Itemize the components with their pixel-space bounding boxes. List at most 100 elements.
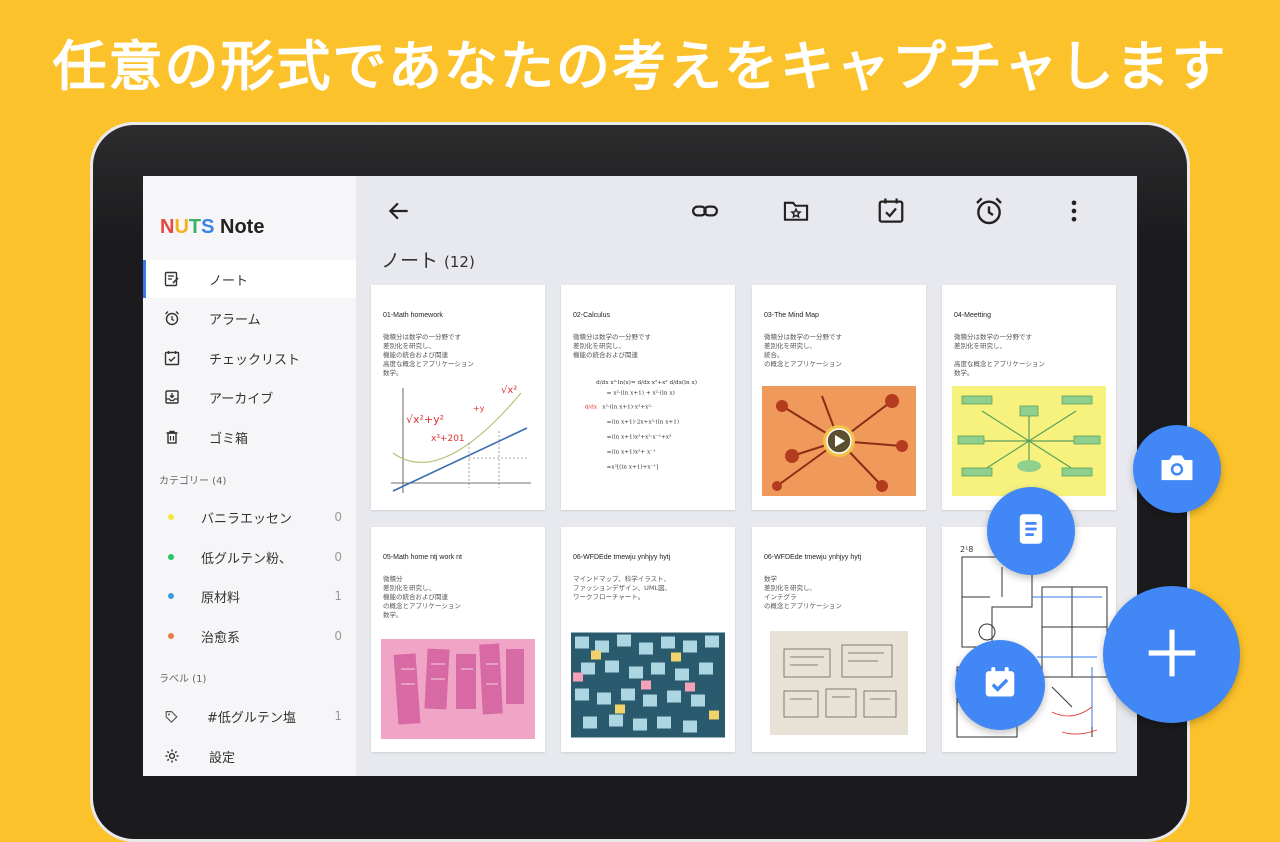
category-label: 低グルテン粉、: [201, 551, 293, 567]
svg-text:=(ln x+1)·2x+x²·(ln x+1): =(ln x+1)·2x+x²·(ln x+1): [607, 418, 680, 425]
calendar-check-icon: [876, 196, 906, 230]
trash-icon: [163, 428, 181, 446]
note-image-diagram: [952, 386, 1106, 496]
note-title: 04-Meetting: [954, 312, 991, 319]
calendar-check-icon: [981, 664, 1019, 706]
add-fab[interactable]: [1103, 586, 1240, 723]
label-count: 1: [334, 709, 342, 723]
note-card[interactable]: 04-Meetting 微積分は数学の一分野です 差別化を研究し、 高度な概念と…: [942, 285, 1116, 510]
reminder-button[interactable]: [972, 196, 1006, 230]
note-image-mindmap: [762, 386, 916, 496]
category-color-dot: [168, 593, 174, 599]
category-item[interactable]: バニラエッセン 0: [143, 498, 356, 536]
svg-text:x²·(ln x+1)·x³+x²·: x²·(ln x+1)·x³+x²·: [602, 403, 652, 410]
link-icon: [690, 196, 720, 230]
svg-text:=(ln x+1)x²+x²·x⁻¹+x³: =(ln x+1)x²+x²·x⁻¹+x³: [607, 433, 672, 440]
note-title: 06-WFDEde tmewju ynhjyy hytj: [764, 554, 862, 561]
sidebar-item-trash[interactable]: ゴミ箱: [143, 418, 356, 456]
folder-star-icon: [782, 197, 810, 229]
category-count: 0: [334, 510, 342, 524]
svg-text:√x²+y²: √x²+y²: [406, 413, 444, 426]
plus-icon: [1144, 625, 1200, 685]
sidebar-item-archive[interactable]: アーカイブ: [143, 378, 356, 416]
note-preview: 微積分は数学の一分野です 差別化を研究し、 機能の統合および関連: [573, 333, 651, 359]
category-color-dot: [168, 514, 174, 520]
document-icon: [1017, 512, 1045, 550]
svg-text:d/dx: d/dx: [585, 404, 598, 410]
move-folder-button[interactable]: [779, 196, 813, 230]
note-preview: 数学 差別化を研究し、 インテグラ の概念とアプリケーション: [764, 575, 842, 610]
svg-text:+y: +y: [473, 404, 485, 413]
sidebar-item-checklist[interactable]: チェックリスト: [143, 339, 356, 377]
sidebar-item-label: 設定: [209, 750, 236, 766]
text-note-fab[interactable]: [987, 487, 1075, 575]
note-image-paper: [770, 631, 908, 735]
note-title: 05-Math home ntj work nt: [383, 554, 462, 561]
camera-fab[interactable]: [1133, 425, 1221, 513]
tag-icon: [165, 710, 179, 723]
note-card[interactable]: 02-Calculus 微積分は数学の一分野です 差別化を研究し、 機能の統合お…: [561, 285, 735, 510]
category-color-dot: [168, 554, 174, 560]
link-button[interactable]: [688, 196, 722, 230]
note-card[interactable]: 06-WFDEde tmewju ynhjyy hytj マインドマップ、科学イ…: [561, 527, 735, 752]
note-preview: マインドマップ、科学イラスト、 ファッションデザイン、UML図、 ワークフローチ…: [573, 575, 672, 601]
category-count: 1: [334, 589, 342, 603]
svg-text:2¹8: 2¹8: [960, 545, 973, 554]
category-label: 治愈系: [201, 630, 241, 646]
back-button[interactable]: [382, 196, 416, 230]
category-item[interactable]: 低グルテン粉、 0: [143, 538, 356, 576]
note-card[interactable]: 03-The Mind Map 微積分は数学の一分野です 差別化を研究し、 統合…: [752, 285, 926, 510]
category-label: バニラエッセン: [201, 511, 293, 527]
sidebar-item-settings[interactable]: 設定: [143, 737, 356, 775]
note-preview: 微積分は数学の一分野です 差別化を研究し、 高度な概念とアプリケーション 数学。: [954, 333, 1045, 377]
category-item[interactable]: 治愈系 0: [143, 617, 356, 655]
category-item[interactable]: 原材料 1: [143, 577, 356, 615]
archive-icon: [163, 388, 181, 406]
note-title: 03-The Mind Map: [764, 312, 819, 319]
note-card[interactable]: 01-Math homework 微積分は数学の一分野です 差別化を研究し、 機…: [371, 285, 545, 510]
note-edit-icon: [163, 270, 181, 288]
headline: 任意の形式であなたの考えをキャプチャします: [52, 35, 1228, 98]
sidebar: NUTS Note ノート アラーム チェックリスト アーカイブ ゴミ箱 カテゴ…: [143, 176, 356, 776]
categories-header: カテゴリー (4): [159, 476, 227, 487]
sidebar-item-notes[interactable]: ノート: [143, 260, 356, 298]
note-card[interactable]: 05-Math home ntj work nt 微積分 差別化を研究し、 機能…: [371, 527, 545, 752]
checklist-icon: [163, 349, 181, 367]
sidebar-item-alarm[interactable]: アラーム: [143, 299, 356, 337]
svg-text:d/dx x²·ln(x)= d/dx x²+x² d/dx: d/dx x²·ln(x)= d/dx x²+x² d/dx(ln x): [596, 379, 697, 386]
note-image-equations: d/dx x²·ln(x)= d/dx x²+x² d/dx(ln x) = x…: [580, 375, 716, 485]
category-count: 0: [334, 550, 342, 564]
note-title: 02-Calculus: [573, 312, 610, 319]
note-card[interactable]: 06-WFDEde tmewju ynhjyy hytj 数学 差別化を研究し、…: [752, 527, 926, 752]
alarm-clock-icon: [973, 195, 1005, 231]
gear-icon: [163, 747, 181, 765]
sidebar-item-label: アラーム: [209, 312, 261, 328]
alarm-icon: [163, 309, 181, 327]
app-logo: NUTS Note: [160, 216, 265, 238]
svg-text:= x²·(ln x+1) + x²·(ln x): = x²·(ln x+1) + x²·(ln x): [607, 389, 675, 396]
sidebar-item-label: ゴミ箱: [209, 431, 249, 447]
more-vert-icon: [1064, 197, 1084, 229]
svg-text:=(ln x+1)x²+ x⁻¹: =(ln x+1)x²+ x⁻¹: [607, 448, 656, 455]
sidebar-item-label: ノート: [209, 273, 249, 289]
label-name: #低グルテン塩: [207, 710, 296, 726]
svg-text:√x²: √x²: [501, 385, 517, 396]
category-color-dot: [168, 633, 174, 639]
note-title: 06-WFDEde tmewju ynhjyy hytj: [573, 554, 671, 561]
checklist-fab[interactable]: [955, 640, 1045, 730]
notes-list-title: ノート (12): [381, 250, 475, 272]
calendar-button[interactable]: [874, 196, 908, 230]
note-image-sketch: [381, 639, 535, 739]
label-item[interactable]: #低グルテン塩 1: [143, 697, 356, 735]
note-title: 01-Math homework: [383, 312, 443, 319]
camera-icon: [1158, 450, 1196, 488]
note-image-graph: √x²+y² x³+201 √x² +y: [381, 383, 535, 493]
sidebar-item-label: アーカイブ: [209, 391, 274, 407]
category-label: 原材料: [201, 590, 241, 606]
svg-text:=x²[(ln x+1)+x⁻¹]: =x²[(ln x+1)+x⁻¹]: [607, 463, 659, 470]
note-preview: 微積分 差別化を研究し、 機能の統合および関連 の概念とアプリケーション 数学。: [383, 575, 461, 619]
note-preview: 微積分は数学の一分野です 差別化を研究し、 統合。 の概念とアプリケーション: [764, 333, 842, 368]
svg-text:x³+201: x³+201: [431, 434, 465, 444]
more-button[interactable]: [1057, 196, 1091, 230]
note-image-sticky-notes: [571, 632, 725, 738]
